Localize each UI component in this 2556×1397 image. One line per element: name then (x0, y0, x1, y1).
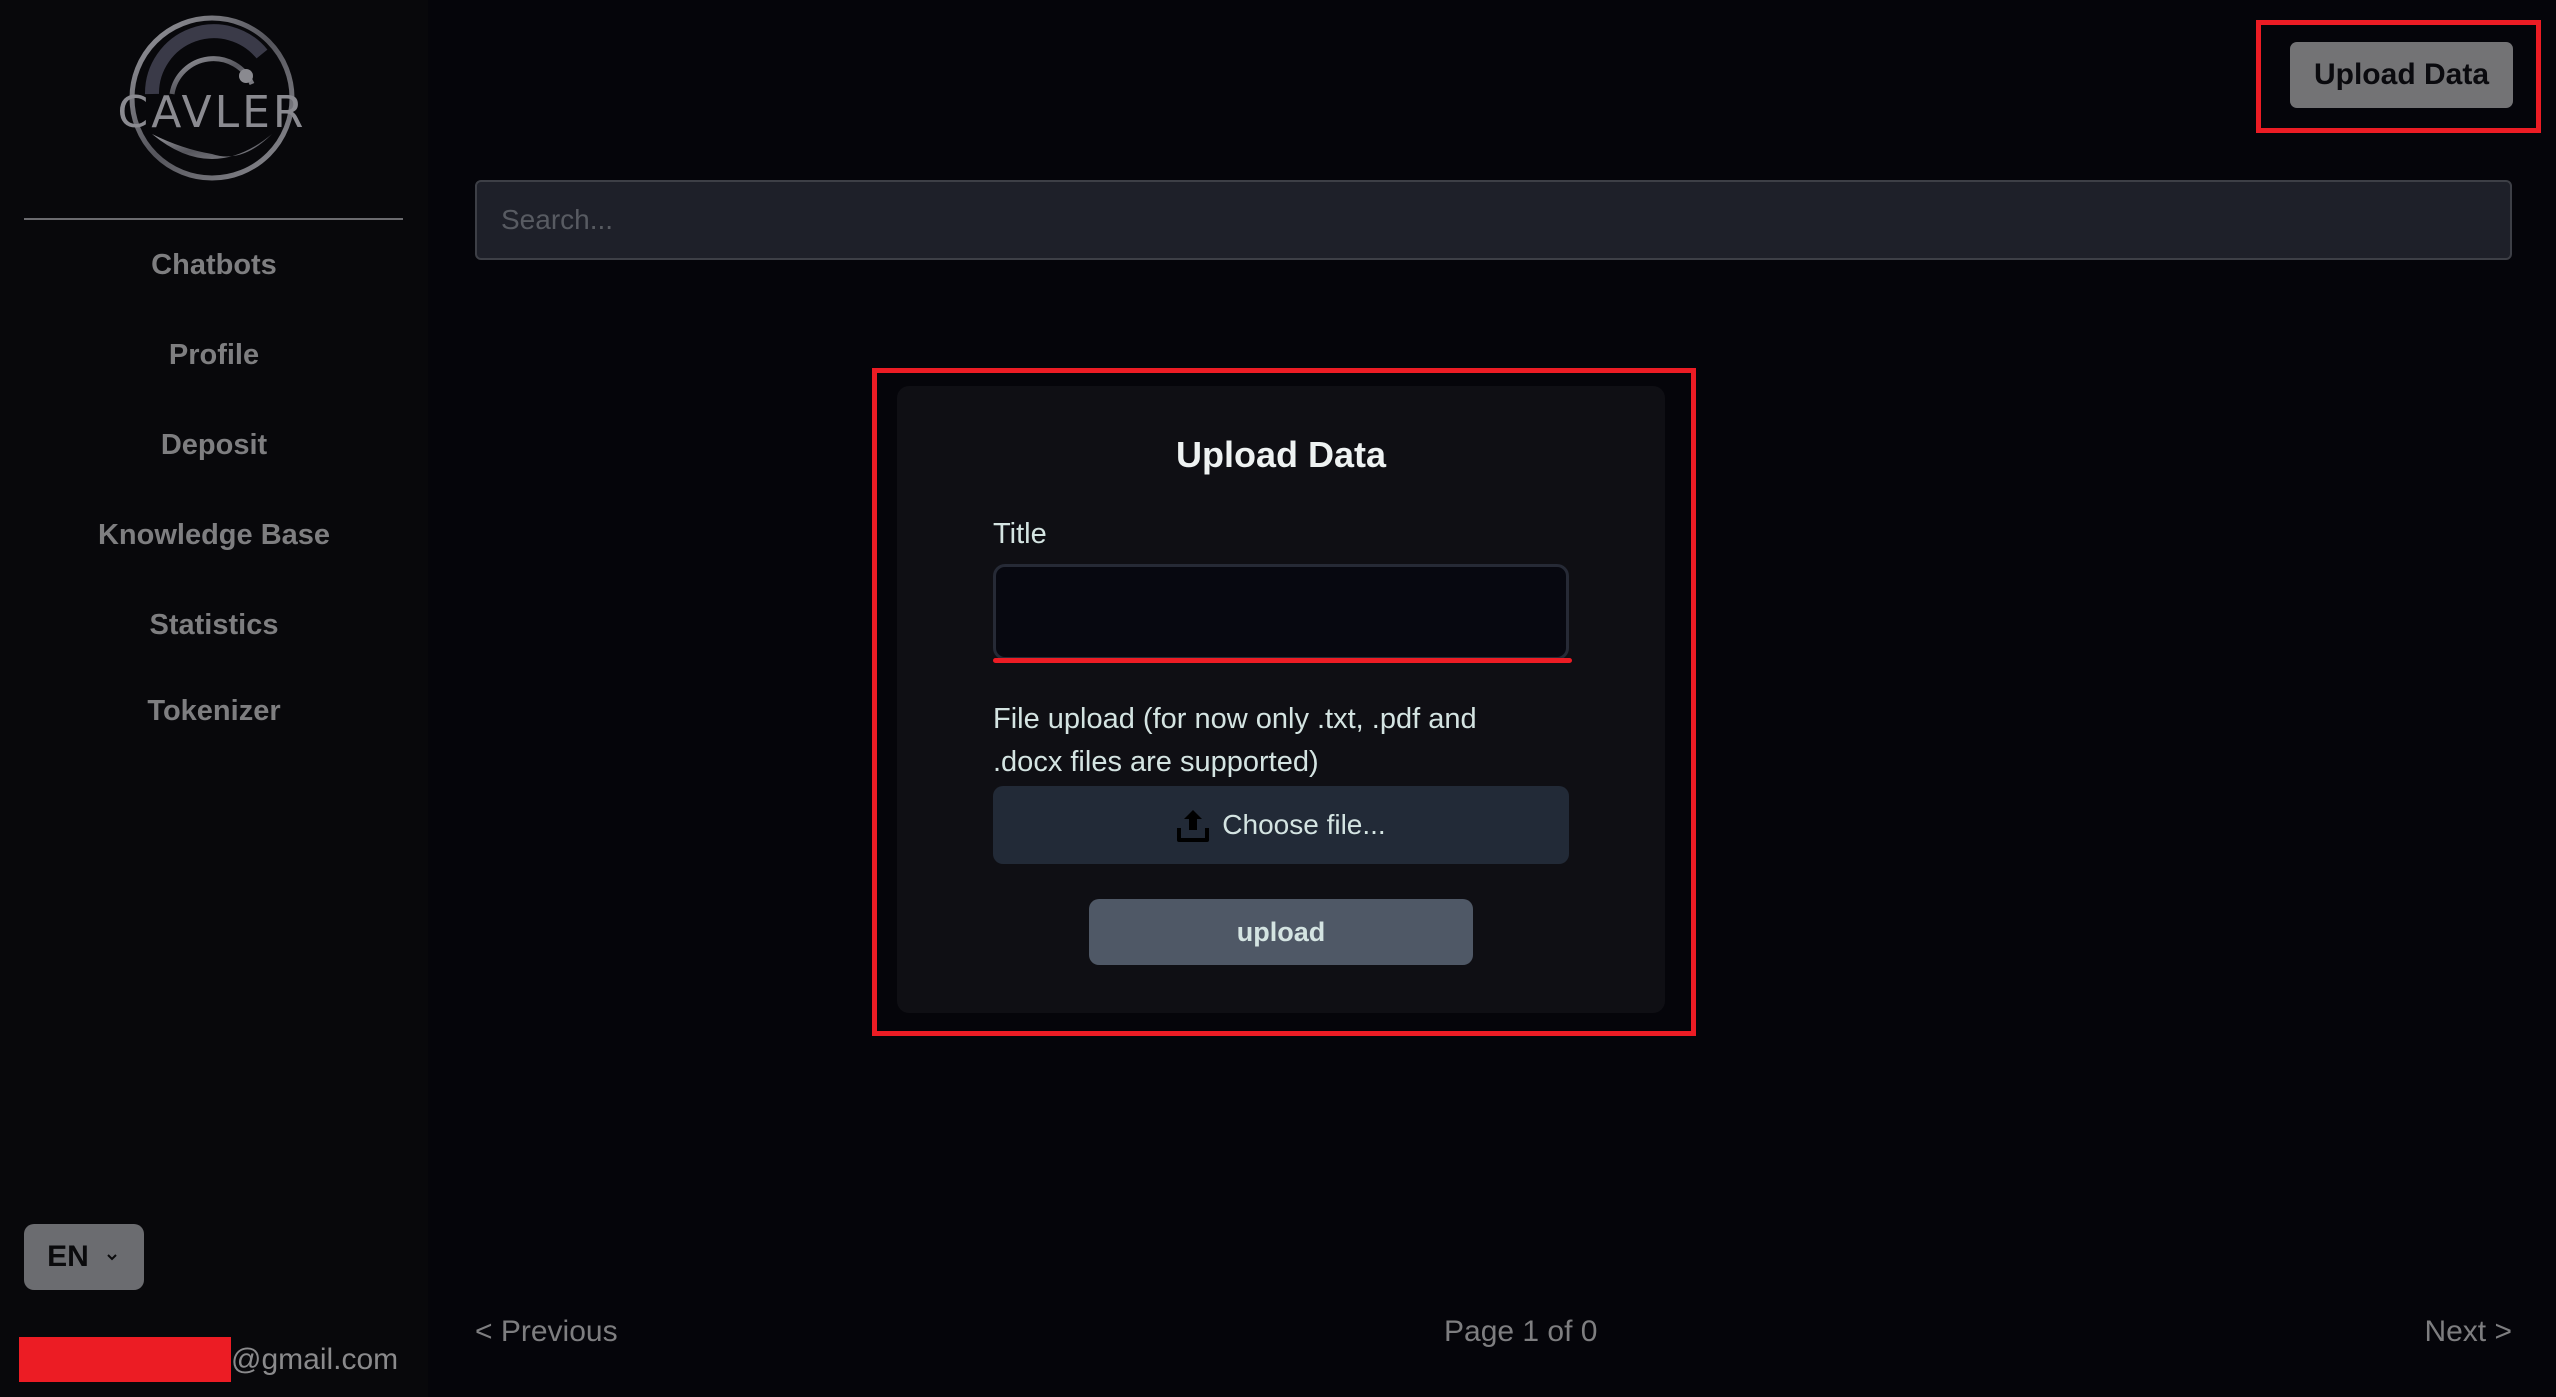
page-status: Page 1 of 0 (1444, 1315, 1598, 1348)
language-selector[interactable]: EN (24, 1224, 144, 1290)
search-input[interactable] (475, 180, 2512, 260)
email-domain: @gmail.com (231, 1342, 399, 1376)
choose-file-label: Choose file... (1222, 809, 1386, 840)
user-email: @gmail.com (19, 1337, 398, 1382)
title-input[interactable] (993, 564, 1569, 660)
upload-data-button[interactable]: Upload Data (2290, 42, 2513, 108)
email-redaction (19, 1337, 231, 1382)
upload-data-modal: Upload Data Title File upload (for now o… (897, 386, 1665, 1013)
sidebar-item-statistics[interactable]: Statistics (0, 600, 428, 686)
previous-page-link[interactable]: < Previous (475, 1315, 618, 1349)
choose-file-button[interactable]: Choose file... (993, 786, 1569, 864)
cavler-logo[interactable]: CAVLER (112, 14, 312, 186)
app: CAVLER Chatbots Profile Deposit Knowledg… (0, 0, 2556, 1397)
sidebar-item-knowledge-base[interactable]: Knowledge Base (0, 510, 428, 600)
language-label: EN (47, 1240, 89, 1273)
sidebar-nav: Chatbots Profile Deposit Knowledge Base … (0, 240, 428, 776)
file-upload-label: File upload (for now only .txt, .pdf and… (993, 703, 1477, 778)
sidebar-item-tokenizer[interactable]: Tokenizer (0, 686, 428, 776)
modal-title: Upload Data (1175, 434, 1387, 475)
next-page-link[interactable]: Next > (2424, 1315, 2512, 1349)
title-input-highlight (993, 658, 1572, 663)
sidebar-item-chatbots[interactable]: Chatbots (0, 240, 428, 330)
upload-submit-button[interactable]: upload (1089, 899, 1473, 965)
sidebar-item-deposit[interactable]: Deposit (0, 420, 428, 510)
sidebar-divider (24, 218, 403, 220)
upload-icon (1177, 810, 1210, 842)
logo-text: CAVLER (118, 87, 307, 138)
chevron-down-icon (107, 1254, 117, 1261)
title-label: Title (993, 518, 1047, 550)
sidebar-item-profile[interactable]: Profile (0, 330, 428, 420)
sidebar: CAVLER Chatbots Profile Deposit Knowledg… (0, 0, 428, 1397)
